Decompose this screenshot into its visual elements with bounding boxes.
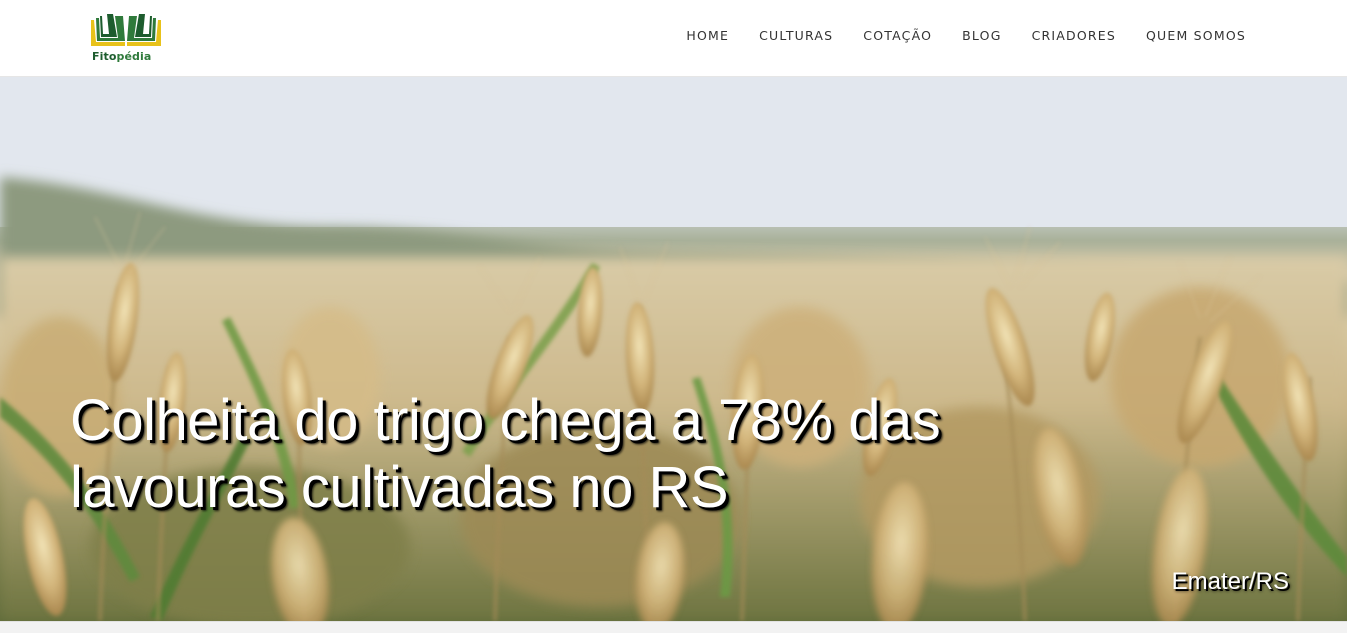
nav-quem-somos[interactable]: QUEM SOMOS <box>1131 28 1246 43</box>
top-navbar: Fitopédia HOME CULTURAS COTAÇÃO BLOG CRI… <box>0 0 1347 77</box>
photo-credit: Emater/RS <box>1171 568 1289 595</box>
brand-name: Fitopédia <box>92 50 151 63</box>
nav-culturas[interactable]: CULTURAS <box>744 28 848 43</box>
nav-cotacao[interactable]: COTAÇÃO <box>848 28 947 43</box>
nav-home[interactable]: HOME <box>671 28 744 43</box>
nav-blog[interactable]: BLOG <box>947 28 1016 43</box>
content-area-edge <box>0 621 1347 633</box>
open-books-logo-icon <box>91 14 161 46</box>
wheat-field-photo <box>0 77 1347 621</box>
hero-headline[interactable]: Colheita do trigo chega a 78% das lavour… <box>70 387 1070 521</box>
hero-banner[interactable]: Colheita do trigo chega a 78% das lavour… <box>0 77 1347 621</box>
nav-criadores[interactable]: CRIADORES <box>1017 28 1131 43</box>
brand-name-part2: pédia <box>116 50 152 63</box>
site-logo[interactable]: Fitopédia <box>88 12 164 68</box>
main-nav: HOME CULTURAS COTAÇÃO BLOG CRIADORES QUE… <box>671 0 1246 70</box>
brand-name-part1: Fito <box>92 50 117 63</box>
